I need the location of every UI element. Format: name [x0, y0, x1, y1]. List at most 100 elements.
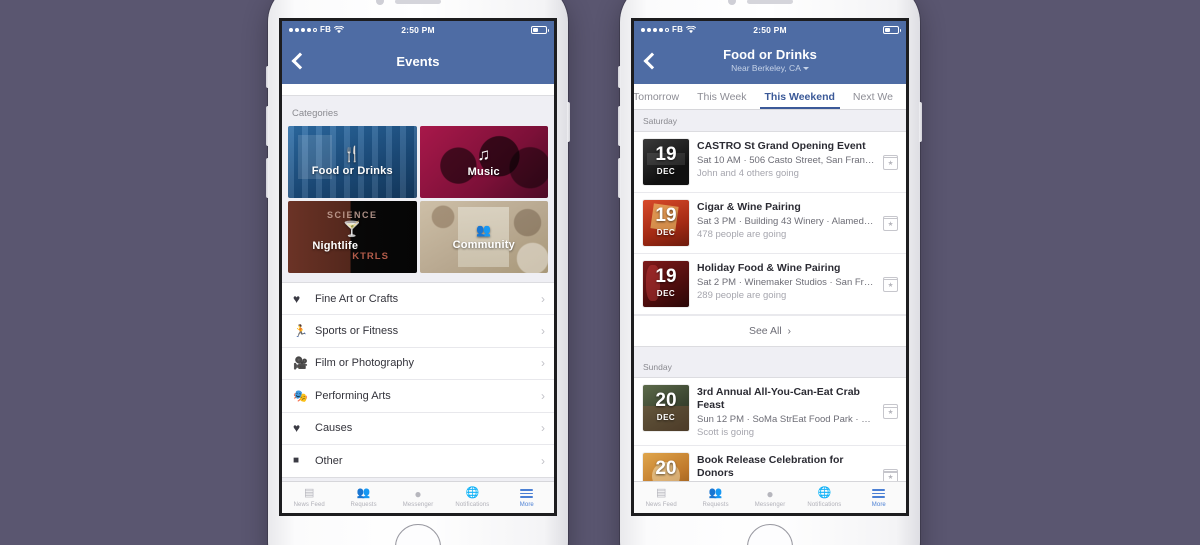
earpiece-speaker: [747, 0, 793, 4]
hamburger-more-icon: [520, 488, 534, 500]
event-meta: Sat 10 AM · 506 Casto Street, San Franc.…: [697, 155, 877, 167]
phone-device-right: FB 2:50 PM Food or Drinks Near Berkeley,…: [618, 0, 922, 545]
list-item-label: Causes: [315, 422, 353, 435]
list-item-sports-or-fitness[interactable]: 🏃 Sports or Fitness ›: [282, 315, 554, 348]
event-row[interactable]: 20 DEC Book Release Celebration for Dono…: [634, 446, 906, 481]
back-chevron-icon[interactable]: [642, 53, 658, 69]
chevron-right-icon: ›: [784, 325, 792, 337]
theater-masks-icon: 🎭: [293, 388, 308, 403]
category-tile-music[interactable]: ♫ Music: [419, 126, 548, 198]
category-tile-label: Nightlife: [312, 240, 359, 252]
tab-more[interactable]: More: [852, 482, 906, 513]
home-button[interactable]: [747, 524, 793, 545]
tab-label: Requests: [702, 501, 729, 508]
list-item-fine-art-or-crafts[interactable]: ♥ Fine Art or Crafts ›: [282, 283, 554, 316]
category-tile-community[interactable]: 👥 Community: [419, 201, 548, 273]
mute-switch[interactable]: [266, 66, 269, 88]
category-tile-grid: 🍴 Food or Drinks ♫ Music SCIENCE KTRLS �: [282, 126, 554, 273]
tab-this-weekend[interactable]: This Weekend: [756, 84, 844, 109]
event-meta: Sun 12 PM · SoMa StrEat Food Park · Sa..…: [697, 414, 877, 426]
event-title: 3rd Annual All-You-Can-Eat Crab Feast: [697, 386, 860, 412]
community-tile-photo: [419, 201, 548, 273]
friend-requests-icon: 👥: [708, 486, 723, 499]
categories-section-label: Categories: [282, 96, 554, 126]
front-camera: [728, 0, 736, 5]
volume-up-button[interactable]: [618, 106, 621, 146]
tab-label: Notifications: [455, 501, 490, 508]
event-day-number: 19: [655, 205, 677, 226]
date-filter-tabs: Tomorrow This Week This Weekend Next We: [634, 84, 906, 110]
list-item-other[interactable]: ■ Other ›: [282, 445, 554, 477]
mute-switch[interactable]: [618, 66, 621, 88]
power-button[interactable]: [567, 102, 570, 142]
film-camera-icon: 🎥: [293, 356, 308, 371]
tab-messenger[interactable]: ● Messenger: [391, 482, 445, 513]
event-row[interactable]: 19 DEC CASTRO St Grand Opening Event Sat…: [634, 132, 906, 193]
tab-label: Tomorrow: [634, 90, 680, 103]
event-day-number: 19: [655, 144, 677, 165]
volume-down-button[interactable]: [618, 158, 621, 198]
list-item-performing-arts[interactable]: 🎭 Performing Arts ›: [282, 380, 554, 413]
chevron-right-icon: ›: [541, 324, 545, 339]
category-tile-food-or-drinks[interactable]: 🍴 Food or Drinks: [288, 126, 417, 198]
tab-more[interactable]: More: [500, 482, 554, 513]
tab-this-week[interactable]: This Week: [688, 84, 755, 109]
calendar-save-icon[interactable]: ★: [883, 215, 898, 231]
event-row[interactable]: 20 DEC 3rd Annual All-You-Can-Eat Crab F…: [634, 378, 906, 447]
page-title: Events: [396, 53, 440, 69]
event-day-number: 20: [655, 458, 677, 480]
volume-up-button[interactable]: [266, 106, 269, 146]
tab-next-week[interactable]: Next We: [844, 84, 902, 109]
home-button[interactable]: [395, 524, 441, 545]
chevron-right-icon: ›: [541, 291, 545, 306]
event-thumbnail: 19 DEC: [643, 139, 689, 185]
event-day-number: 20: [655, 390, 677, 411]
event-meta: Sat 2 PM · Winemaker Studios · San Fra..…: [697, 277, 877, 289]
event-thumbnail: 20 DEC: [643, 385, 689, 431]
volume-down-button[interactable]: [266, 158, 269, 198]
runner-icon: 🏃: [293, 324, 308, 339]
back-chevron-icon[interactable]: [290, 53, 306, 69]
category-list: ♥ Fine Art or Crafts › 🏃 Sports or Fitne…: [282, 282, 554, 479]
tab-news-feed[interactable]: ▤ News Feed: [634, 482, 688, 513]
tab-requests[interactable]: 👥 Requests: [688, 482, 742, 513]
tab-tomorrow[interactable]: Tomorrow: [634, 84, 688, 109]
category-tile-nightlife[interactable]: SCIENCE KTRLS 🍸 Nightlife: [288, 201, 417, 273]
event-row[interactable]: 19 DEC Holiday Food & Wine Pairing Sat 2…: [634, 254, 906, 315]
list-item-causes[interactable]: ♥ Causes ›: [282, 413, 554, 445]
tab-label: Messenger: [402, 501, 434, 508]
calendar-save-icon[interactable]: ★: [883, 154, 898, 170]
calendar-save-icon[interactable]: ★: [883, 276, 898, 292]
see-all-button[interactable]: See All ›: [634, 315, 906, 346]
event-month: DEC: [656, 413, 676, 422]
globe-notifications-icon: 🌐: [817, 486, 832, 499]
list-item-label: Film or Photography: [315, 357, 415, 370]
location-selector[interactable]: Near Berkeley, CA: [723, 63, 817, 74]
content-left: Categories 🍴 Food or Drinks ♫ Music SCIE…: [282, 84, 554, 481]
search-strip: [282, 84, 554, 96]
fork-knife-icon: 🍴: [342, 146, 362, 163]
see-all-label: See All: [748, 325, 782, 337]
tab-label: This Weekend: [764, 90, 835, 103]
tab-messenger[interactable]: ● Messenger: [743, 482, 797, 513]
chevron-right-icon: ›: [541, 454, 545, 469]
event-row[interactable]: 19 DEC Cigar & Wine Pairing Sat 3 PM · B…: [634, 193, 906, 254]
heart-icon: ♥: [293, 421, 301, 436]
news-feed-icon: ▤: [304, 486, 315, 499]
nightlife-overlay-ktrls: KTRLS: [352, 251, 389, 262]
music-note-icon: ♫: [477, 145, 491, 164]
tab-label: Requests: [350, 501, 377, 508]
tab-requests[interactable]: 👥 Requests: [336, 482, 390, 513]
tab-notifications[interactable]: 🌐 Notifications: [445, 482, 499, 513]
earpiece-speaker: [395, 0, 441, 4]
calendar-save-icon[interactable]: ★: [883, 468, 898, 481]
event-month: DEC: [656, 167, 676, 176]
globe-notifications-icon: 🌐: [465, 486, 480, 499]
tab-news-feed[interactable]: ▤ News Feed: [282, 482, 336, 513]
calendar-save-icon[interactable]: ★: [883, 404, 898, 420]
event-meta: Sat 3 PM · Building 43 Winery · Alameda.…: [697, 216, 877, 228]
list-item-film-or-photography[interactable]: 🎥 Film or Photography ›: [282, 348, 554, 381]
tab-notifications[interactable]: 🌐 Notifications: [797, 482, 851, 513]
power-button[interactable]: [919, 102, 922, 142]
event-attendees: 478 people are going: [697, 229, 787, 241]
